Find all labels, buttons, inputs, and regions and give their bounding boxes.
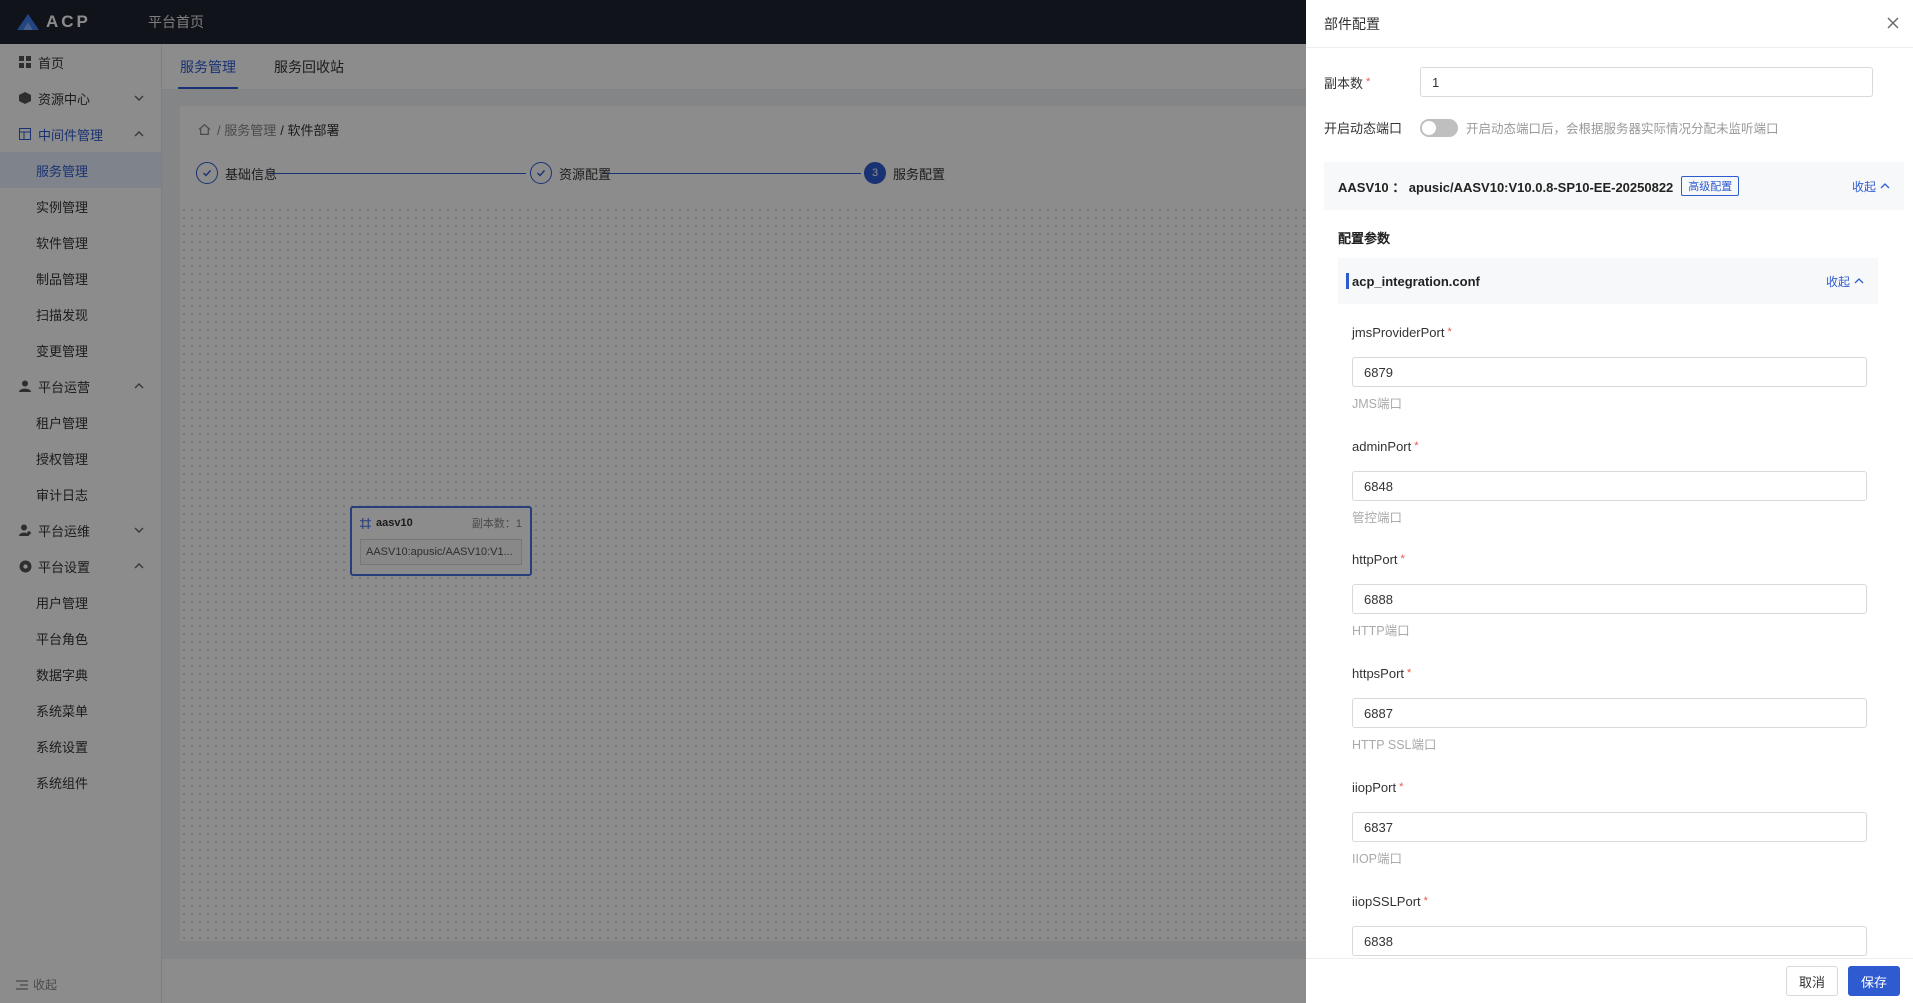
field-label: httpPort [1352, 551, 1398, 567]
artifact-config-header: AASV10 ： apusic/AASV10:V10.0.8-SP10-EE-2… [1324, 162, 1904, 210]
field-label-wrap: iiopSSLPort * [1352, 892, 1867, 910]
config-file-name: acp_integration.conf [1352, 273, 1480, 289]
field-label: adminPort [1352, 438, 1412, 454]
drawer-body: 副本数 * 1 开启动态端口 开启动态端口后，会根据服务器实际情况分配未监听端口 … [1306, 48, 1913, 958]
field-label-wrap: jmsProviderPort * [1352, 323, 1867, 341]
field-description: IIOP端口 [1352, 852, 1403, 866]
field-iiop-port: iiopPort * 6837 IIOP端口 [1352, 778, 1867, 866]
collapse-label: 收起 [1825, 274, 1850, 289]
required-mark: * [1414, 440, 1419, 452]
field-description: JMS端口 [1352, 397, 1403, 411]
dynamic-port-hint: 开启动态端口后，会根据服务器实际情况分配未监听端口 [1466, 122, 1779, 136]
field-iiop-ssl-port: iiopSSLPort * 6838 [1352, 892, 1867, 956]
field-description: HTTP端口 [1352, 624, 1410, 638]
required-mark: * [1407, 667, 1412, 679]
required-mark: * [1399, 781, 1404, 793]
field-label: iiopPort [1352, 779, 1397, 795]
field-https-port: httpsPort * 6887 HTTP SSL端口 [1352, 664, 1867, 752]
collapse-link[interactable]: 收起 [1826, 273, 1864, 290]
required-mark: * [1423, 895, 1428, 907]
iiop-port-input[interactable]: 6837 [1352, 812, 1867, 842]
required-mark: * [1366, 76, 1371, 88]
field-label: httpsPort [1352, 665, 1405, 681]
field-label: jmsProviderPort [1352, 324, 1445, 340]
field-admin-port: adminPort * 6848 管控端口 [1352, 437, 1867, 525]
required-mark: * [1447, 326, 1452, 338]
http-port-input[interactable]: 6888 [1352, 584, 1867, 614]
field-description: 管控端口 [1352, 511, 1403, 525]
config-file-header: acp_integration.conf 收起 [1338, 258, 1878, 304]
drawer-header: 部件配置 [1306, 0, 1913, 48]
save-button[interactable]: 保存 [1847, 966, 1900, 996]
field-label-wrap: httpsPort * [1352, 664, 1867, 682]
iiop-ssl-port-input[interactable]: 6838 [1352, 926, 1867, 956]
field-description: HTTP SSL端口 [1352, 738, 1437, 752]
field-jms-provider-port: jmsProviderPort * 6879 JMS端口 [1352, 323, 1867, 411]
artifact-config-title: AASV10 ： apusic/AASV10:V10.0.8-SP10-EE-2… [1338, 179, 1674, 195]
replicas-label: 副本数 [1324, 75, 1364, 91]
dynamic-port-toggle[interactable] [1420, 118, 1458, 137]
field-label-wrap: iiopPort * [1352, 778, 1867, 796]
drawer-footer: 取消 保存 [1306, 958, 1913, 1003]
replicas-label-wrap: 副本数 * [1324, 73, 1420, 92]
admin-port-input[interactable]: 6848 [1352, 471, 1867, 501]
jms-provider-port-input[interactable]: 6879 [1352, 357, 1867, 387]
params-title: 配置参数 [1338, 231, 1391, 246]
chevron-up-icon [1854, 278, 1864, 284]
replicas-row: 副本数 * 1 [1324, 67, 1873, 97]
dynamic-port-label: 开启动态端口 [1324, 121, 1403, 136]
field-http-port: httpPort * 6888 HTTP端口 [1352, 550, 1867, 638]
chevron-up-icon [1880, 183, 1890, 189]
field-label: iiopSSLPort [1352, 893, 1421, 909]
collapse-link[interactable]: 收起 [1852, 178, 1890, 195]
component-config-drawer: 部件配置 副本数 * 1 开启动态端口 开启动态端口后，会根据服务器实际情况分配未… [1306, 0, 1913, 1003]
field-label-wrap: adminPort * [1352, 437, 1867, 455]
close-icon[interactable] [1885, 15, 1901, 31]
required-mark: * [1400, 553, 1405, 565]
https-port-input[interactable]: 6887 [1352, 698, 1867, 728]
drawer-title: 部件配置 [1324, 15, 1380, 32]
collapse-label: 收起 [1851, 179, 1876, 194]
advanced-config-button[interactable]: 高级配置 [1681, 176, 1740, 196]
dynamic-port-row: 开启动态端口 开启动态端口后，会根据服务器实际情况分配未监听端口 [1324, 118, 1779, 137]
replicas-input[interactable]: 1 [1420, 67, 1873, 97]
field-label-wrap: httpPort * [1352, 550, 1867, 568]
cancel-button[interactable]: 取消 [1785, 966, 1838, 996]
